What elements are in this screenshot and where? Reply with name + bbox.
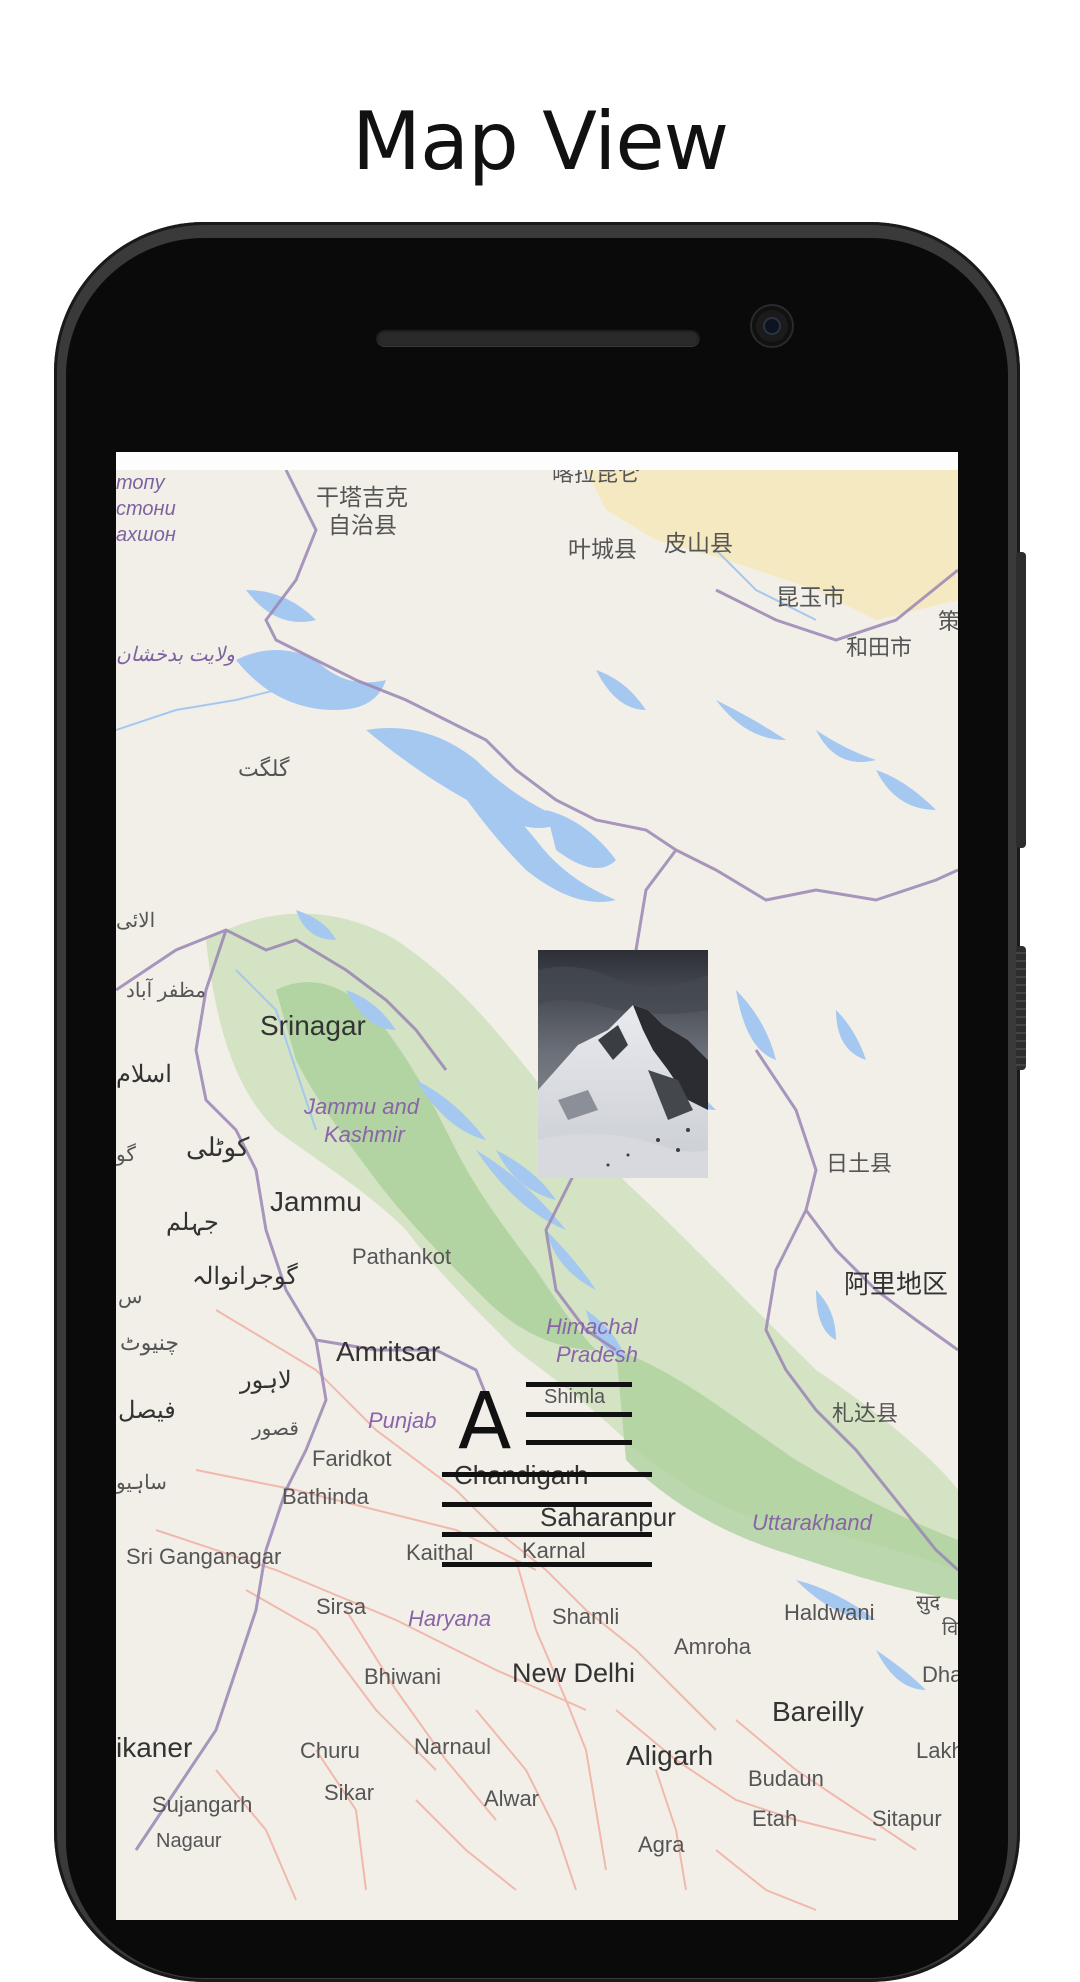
text-marker-letter: A <box>458 1377 512 1467</box>
power-button <box>1016 946 1026 1070</box>
map-view[interactable]: топу стони ахшон 干塔吉克 自治县 叶城县 皮山县 昆玉市 和田… <box>116 470 958 1920</box>
marker-line <box>442 1472 652 1477</box>
map-label: الائی <box>116 910 156 932</box>
map-label: Shamli <box>552 1604 620 1629</box>
speaker-grille <box>376 328 700 346</box>
map-label: 昆玉市 <box>776 584 845 610</box>
map-label: Bareilly <box>772 1696 864 1727</box>
map-label: ikaner <box>116 1732 193 1763</box>
map-label: 日土县 <box>826 1151 893 1176</box>
map-label: مظفر آباد <box>126 980 206 1002</box>
map-label: Churu <box>300 1738 360 1763</box>
map-label: Amroha <box>674 1634 752 1659</box>
map-label: چنیوٹ <box>120 1330 179 1355</box>
map-label: گوجرانوالہ <box>192 1263 298 1290</box>
map-label: فیصل <box>118 1397 176 1424</box>
map-label: س <box>118 1286 143 1308</box>
map-label: New Delhi <box>512 1658 636 1688</box>
volume-button <box>1016 552 1026 848</box>
map-label: 皮山县 <box>664 530 733 556</box>
map-label: Narnaul <box>414 1734 492 1759</box>
map-label: वि <box>942 1618 958 1640</box>
map-label: Punjab <box>368 1408 437 1433</box>
map-label: 札达县 <box>832 1401 899 1426</box>
text-marker[interactable]: A <box>442 1382 656 1602</box>
map-label: Jammu <box>270 1186 362 1217</box>
marker-line <box>526 1440 632 1445</box>
map-label: Sujangarh <box>152 1792 253 1817</box>
map-label: Sri Ganganagar <box>126 1544 282 1569</box>
map-label: सुद <box>916 1592 941 1614</box>
phone-screen: топу стони ахшон 干塔吉克 自治县 叶城县 皮山县 昆玉市 和田… <box>116 452 958 1920</box>
marker-line <box>442 1562 652 1567</box>
map-label: 叶城县 <box>568 536 637 562</box>
marker-line <box>526 1382 632 1387</box>
map-label: Budaun <box>748 1766 824 1791</box>
map-label: Himachal <box>546 1314 638 1339</box>
marker-line <box>442 1532 652 1537</box>
photo-marker[interactable] <box>538 950 708 1178</box>
map-label: ахшон <box>116 524 176 546</box>
map-label: Lakh <box>916 1738 958 1763</box>
map-label: Sitapur <box>872 1806 942 1831</box>
map-label: گلگت <box>238 756 290 781</box>
map-label: 阿里地区 <box>844 1269 949 1299</box>
map-label: Etah <box>752 1806 798 1831</box>
map-label: کوٹلی <box>186 1132 250 1162</box>
mountain-photo-icon <box>538 950 708 1178</box>
page-title: Map View <box>351 95 729 188</box>
map-label: 喀拉昆仑 <box>552 470 641 486</box>
front-camera-icon <box>752 306 792 346</box>
map-label: Sikar <box>324 1780 375 1805</box>
map-label: Uttarakhand <box>752 1510 872 1535</box>
map-label: ولایت بدخشان <box>116 644 235 666</box>
map-label: Haldwani <box>784 1600 875 1625</box>
map-label: Srinagar <box>260 1010 366 1041</box>
map-label: Agra <box>638 1832 685 1857</box>
map-label: Bathinda <box>282 1484 369 1509</box>
map-label: Bhiwani <box>364 1664 442 1689</box>
map-label: Kashmir <box>324 1122 405 1147</box>
map-label: Pradesh <box>556 1342 638 1367</box>
map-label: Nagaur <box>156 1830 222 1852</box>
marker-line <box>526 1412 632 1417</box>
map-label: стони <box>116 498 176 520</box>
map-label: ساہیو <box>116 1472 167 1494</box>
map-label: Faridkot <box>312 1446 392 1471</box>
map-label: Haryana <box>408 1606 492 1631</box>
map-label: Amritsar <box>336 1336 441 1367</box>
map-label: جہلم <box>166 1209 219 1236</box>
map-label: گو <box>116 1144 136 1166</box>
map-label: Aligarh <box>626 1740 714 1771</box>
map-label: لاہور <box>240 1367 292 1394</box>
map-label: Alwar <box>484 1786 540 1811</box>
map-label: Jammu and <box>304 1094 419 1119</box>
map-label: 策 <box>938 609 958 634</box>
map-label: اسلام <box>116 1061 172 1088</box>
map-label: قصور <box>252 1418 299 1440</box>
map-label: Sirsa <box>316 1594 367 1619</box>
map-label: 和田市 <box>846 635 913 660</box>
map-label: Pathankot <box>352 1244 452 1269</box>
map-label: Dhang <box>922 1662 958 1687</box>
map-label: 自治县 <box>328 512 397 538</box>
marker-line <box>442 1502 652 1507</box>
map-label: топу <box>116 472 165 494</box>
